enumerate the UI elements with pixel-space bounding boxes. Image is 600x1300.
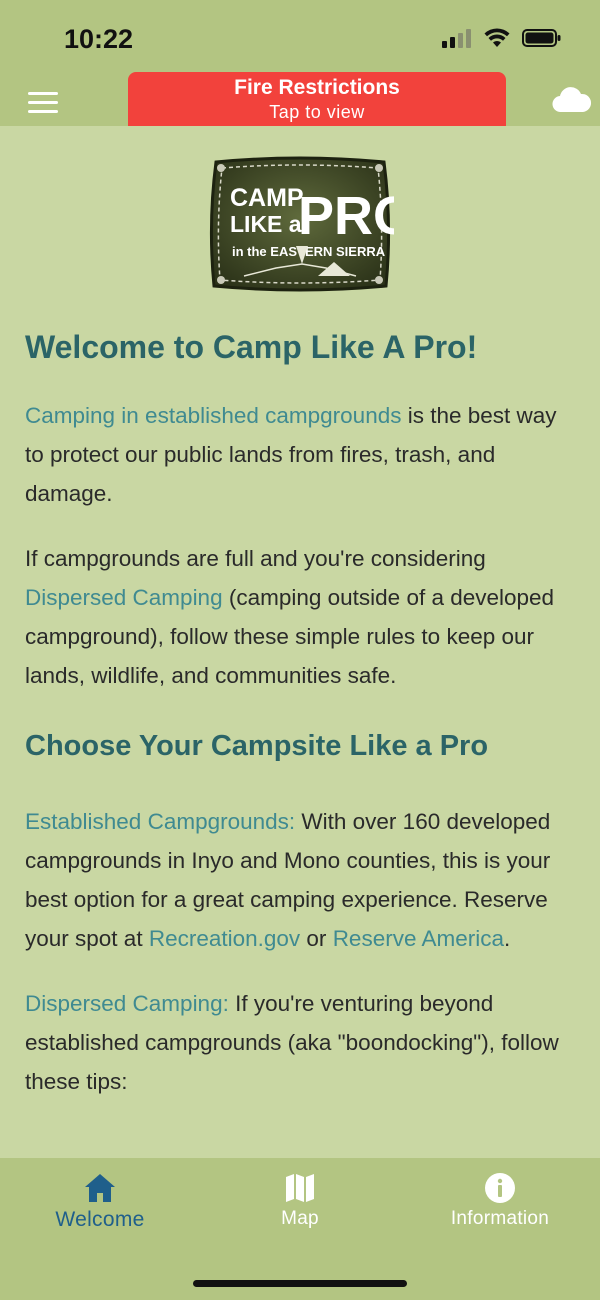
status-bar: 10:22 (0, 0, 600, 74)
home-indicator (193, 1280, 407, 1287)
welcome-title: Welcome to Camp Like A Pro! (25, 329, 478, 365)
tab-welcome[interactable]: Welcome (0, 1172, 200, 1232)
app-header: 10:22 Fire Restrictions Tap to view (0, 0, 600, 126)
recreation-gov-link[interactable]: Recreation.gov (149, 926, 300, 951)
dispersed-camping-paragraph: Dispersed Camping: If you're venturing b… (25, 991, 559, 1095)
dispersed-camping-heading-link[interactable]: Dispersed Camping: (25, 991, 229, 1016)
battery-icon (522, 29, 561, 47)
hamburger-icon (28, 92, 58, 95)
logo-pro-text: PRO (298, 186, 394, 246)
fire-restrictions-banner[interactable]: Fire Restrictions Tap to view (128, 72, 506, 126)
logo-tagline-text: in the EASTERN SIERRA (232, 244, 386, 259)
intro-paragraph: Camping in established campgrounds is th… (25, 403, 557, 507)
tab-information-label: Information (450, 1208, 550, 1229)
home-icon (85, 1174, 115, 1202)
reserve-america-link[interactable]: Reserve America (333, 926, 504, 951)
cellular-signal-icon (442, 29, 471, 48)
menu-button[interactable] (28, 92, 58, 116)
tab-map-label: Map (281, 1208, 319, 1229)
logo-camp-text: CAMP (230, 184, 304, 212)
dispersed-paragraph: If campgrounds are full and you're consi… (25, 546, 555, 689)
tab-information[interactable]: Information (400, 1172, 600, 1230)
fire-restrictions-title: Fire Restrictions (234, 76, 400, 99)
tab-map[interactable]: Map (200, 1172, 400, 1230)
established-campgrounds-heading-link[interactable]: Established Campgrounds: (25, 809, 295, 834)
welcome-content[interactable]: CAMP LIKE a PRO in the EASTERN SIERRA We… (0, 126, 600, 1158)
choose-campsite-title: Choose Your Campsite Like a Pro (25, 730, 489, 763)
status-time: 10:22 (64, 24, 134, 54)
cloud-icon[interactable] (552, 86, 592, 114)
bottom-tab-bar: Welcome Map Information (0, 1158, 600, 1300)
established-campgrounds-link[interactable]: Camping in established campgrounds (25, 403, 401, 428)
logo-like-text: LIKE a (230, 211, 302, 237)
tab-welcome-label: Welcome (55, 1208, 145, 1231)
map-icon (286, 1174, 314, 1202)
info-icon (485, 1173, 515, 1203)
fire-restrictions-subtitle: Tap to view (269, 102, 365, 122)
status-icons (442, 28, 562, 48)
established-campgrounds-paragraph: Established Campgrounds: With over 160 d… (25, 809, 551, 952)
camp-like-a-pro-logo: CAMP LIKE a PRO in the EASTERN SIERRA (209, 156, 394, 292)
dispersed-camping-link[interactable]: Dispersed Camping (25, 585, 223, 610)
wifi-icon (484, 28, 510, 47)
